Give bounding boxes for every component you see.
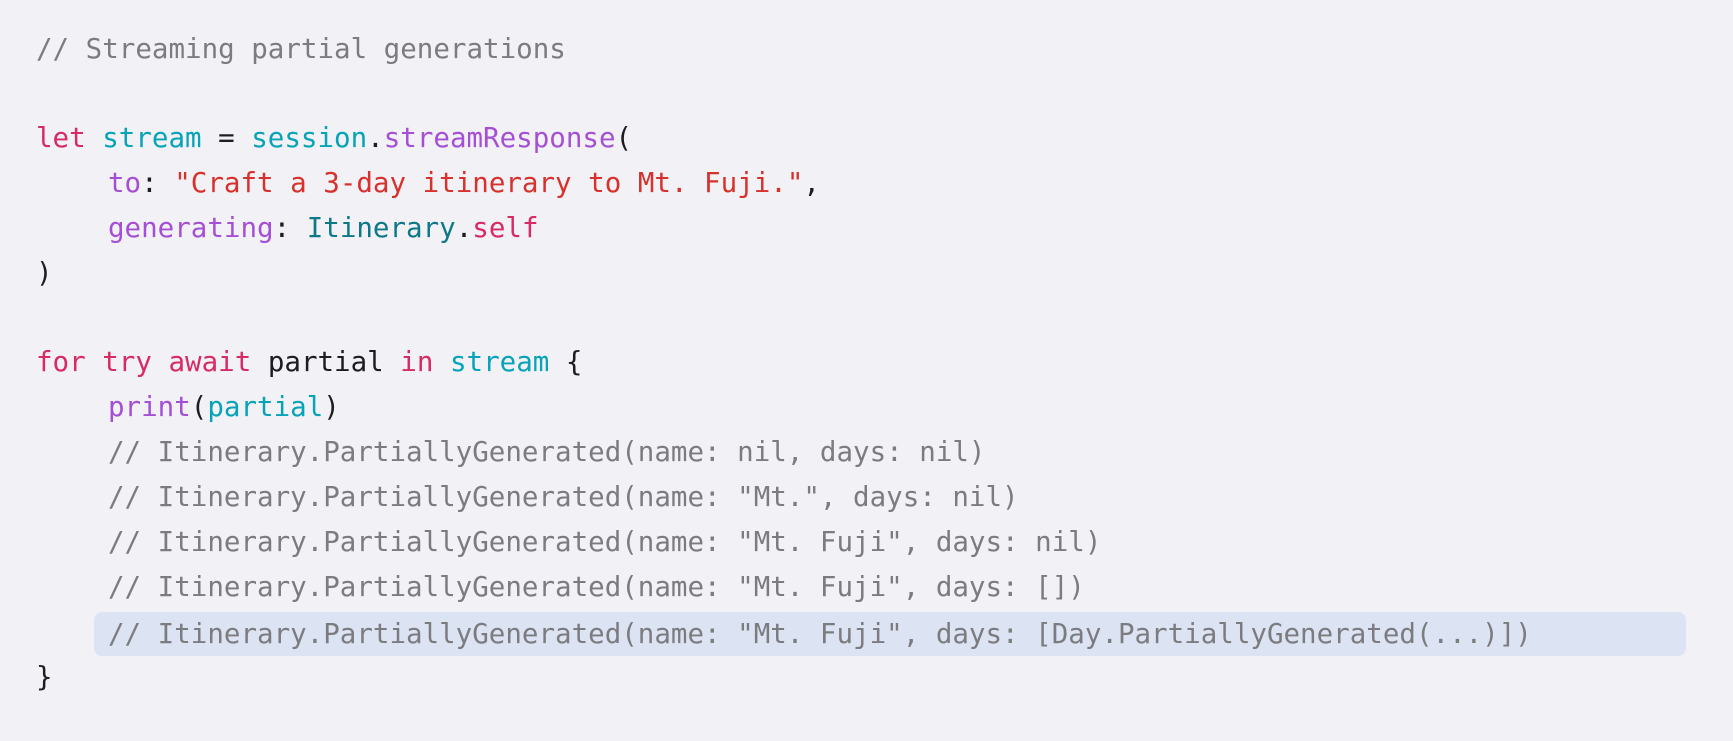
- type-itinerary: Itinerary: [306, 212, 456, 244]
- argument-label-to: to: [108, 167, 142, 199]
- argument-colon: :: [141, 167, 175, 199]
- member-dot: .: [367, 122, 384, 154]
- close-paren: ): [323, 391, 340, 423]
- open-brace: {: [565, 346, 583, 378]
- output-comment-line: // Itinerary.PartiallyGenerated(name: ni…: [108, 436, 986, 468]
- variable-stream: stream: [102, 122, 202, 154]
- argument-colon: :: [273, 212, 307, 244]
- variable-partial: partial: [207, 391, 324, 423]
- output-comment-line: // Itinerary.PartiallyGenerated(name: "M…: [108, 526, 1102, 558]
- member-dot: .: [455, 212, 473, 244]
- keyword-self: self: [472, 212, 539, 244]
- keyword-await: await: [168, 346, 252, 378]
- variable-session: session: [251, 122, 368, 154]
- keyword-let: let: [36, 122, 86, 154]
- code-close-brace: }: [36, 661, 53, 693]
- method-streamResponse: streamResponse: [383, 122, 616, 154]
- keyword-in: in: [400, 346, 434, 378]
- code-line-print: print(partial): [108, 385, 340, 429]
- code-line-to-argument: to: "Craft a 3-day itinerary to Mt. Fuji…: [108, 161, 820, 205]
- loop-variable-partial: partial: [267, 346, 384, 378]
- code-line-let-stream: let stream = session.streamResponse(: [36, 116, 632, 160]
- prompt-string-literal: "Craft a 3-day itinerary to Mt. Fuji.": [174, 167, 804, 199]
- output-comment-line-highlighted: // Itinerary.PartiallyGenerated(name: "M…: [108, 618, 1532, 650]
- argument-label-generating: generating: [108, 212, 274, 244]
- argument-comma: ,: [803, 167, 820, 199]
- output-comment-line: // Itinerary.PartiallyGenerated(name: "M…: [108, 481, 1019, 513]
- output-comment-line: // Itinerary.PartiallyGenerated(name: "M…: [108, 571, 1085, 603]
- open-paren: (: [190, 391, 208, 423]
- keyword-try: try: [102, 346, 152, 378]
- code-snippet: // Streaming partial generations let str…: [0, 0, 1733, 741]
- code-line-generating-argument: generating: Itinerary.self: [108, 206, 539, 250]
- keyword-for: for: [36, 346, 86, 378]
- function-print: print: [108, 391, 191, 423]
- assignment-operator: =: [201, 122, 252, 154]
- variable-stream: stream: [449, 346, 550, 378]
- open-paren: (: [615, 122, 633, 154]
- code-close-paren: ): [36, 257, 53, 289]
- code-comment-header: // Streaming partial generations: [36, 33, 566, 65]
- code-line-for-loop: for try await partial in stream {: [36, 340, 582, 384]
